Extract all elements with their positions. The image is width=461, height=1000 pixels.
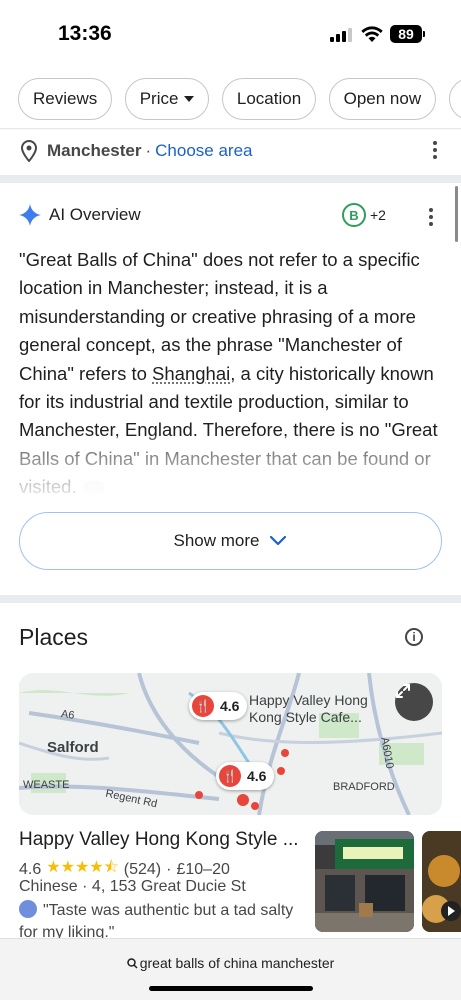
wifi-icon bbox=[361, 26, 383, 42]
scrollbar[interactable] bbox=[455, 186, 458, 242]
restaurant-icon: 🍴 bbox=[192, 695, 214, 717]
chevron-down-icon bbox=[270, 535, 287, 546]
storefront-image bbox=[315, 831, 414, 932]
source-count[interactable]: +2 bbox=[370, 207, 386, 223]
gemini-sparkle-icon bbox=[19, 204, 41, 226]
map-pin[interactable]: 🍴 4.6 bbox=[189, 692, 248, 720]
expand-map-button[interactable] bbox=[395, 683, 433, 721]
user-avatar-icon bbox=[19, 900, 37, 918]
location-more-icon[interactable] bbox=[433, 141, 437, 162]
expand-icon bbox=[396, 684, 410, 698]
place-name[interactable]: Happy Valley Hong Kong Style ... bbox=[19, 829, 304, 851]
address-text: great balls of china manchester bbox=[139, 955, 335, 971]
info-icon[interactable]: i bbox=[405, 628, 423, 646]
caret-down-icon bbox=[184, 96, 195, 102]
chip-open-now[interactable]: Open now bbox=[328, 78, 437, 120]
address-bar[interactable]: great balls of china manchester bbox=[0, 955, 461, 971]
chip-label: Price bbox=[139, 89, 179, 108]
battery-indicator: 89 bbox=[390, 25, 422, 43]
source-favicon[interactable]: B bbox=[342, 203, 366, 227]
place-type-address: Chinese · 4, 153 Great Ducie St bbox=[19, 878, 246, 895]
clock: 13:36 bbox=[58, 22, 112, 45]
chip-reviews[interactable]: Reviews bbox=[18, 78, 113, 120]
map-label-a6: A6 bbox=[60, 708, 76, 722]
chip-partial[interactable]: Co bbox=[448, 78, 461, 120]
pin-rating: 4.6 bbox=[247, 768, 267, 784]
chip-location[interactable]: Location bbox=[221, 78, 317, 120]
map-pin[interactable]: 🍴 4.6 bbox=[216, 762, 275, 790]
food-image bbox=[422, 831, 461, 932]
restaurant-icon: 🍴 bbox=[219, 765, 241, 787]
chip-price[interactable]: Price bbox=[124, 78, 210, 120]
status-bar: 13:36 89 bbox=[0, 0, 461, 70]
section-divider bbox=[0, 595, 461, 603]
search-icon bbox=[126, 958, 138, 969]
places-map[interactable]: Salford WEASTE Regent Rd BRADFORD A6 A60… bbox=[19, 673, 442, 815]
filter-chips: Reviews Price Location Open now Co bbox=[18, 78, 461, 122]
header-shadow bbox=[0, 128, 461, 130]
price-range: £10–20 bbox=[176, 860, 230, 878]
text-fade-overlay bbox=[0, 436, 461, 500]
review-count: (524) bbox=[123, 860, 162, 878]
chip-label: Location bbox=[236, 89, 302, 108]
place-photo[interactable] bbox=[315, 831, 414, 932]
place-photo[interactable] bbox=[422, 831, 461, 932]
chip-label: Reviews bbox=[33, 89, 98, 108]
section-divider bbox=[0, 175, 461, 183]
show-more-label: Show more bbox=[173, 531, 260, 550]
review-snippet: "Taste was authentic but a tad salty for… bbox=[19, 902, 294, 941]
map-label-salford: Salford bbox=[47, 739, 99, 756]
chip-label: Open now bbox=[343, 89, 422, 108]
places-title: Places bbox=[19, 624, 89, 650]
battery-tip bbox=[423, 31, 425, 37]
source-letter: B bbox=[349, 207, 359, 223]
map-label-weaste: WEASTE bbox=[23, 779, 70, 791]
shanghai-link[interactable]: Shanghai bbox=[152, 363, 230, 384]
ai-overview-header: AI Overview bbox=[19, 200, 141, 230]
separator-dot: · bbox=[145, 141, 152, 160]
rating-value: 4.6 bbox=[19, 860, 42, 878]
show-more-button[interactable]: Show more bbox=[19, 512, 442, 570]
cellular-signal-icon bbox=[330, 28, 354, 42]
pin-rating: 4.6 bbox=[220, 698, 240, 714]
ai-overview-more-icon[interactable] bbox=[429, 208, 433, 229]
location-row: Manchester · Choose area bbox=[20, 138, 253, 164]
map-place-label: Happy Valley Hong Kong Style Cafe... bbox=[249, 692, 368, 725]
location-pin-icon bbox=[20, 140, 38, 162]
choose-area-link[interactable]: Choose area bbox=[155, 141, 252, 161]
ai-overview-title: AI Overview bbox=[49, 205, 141, 224]
browser-bottom-bar: great balls of china manchester bbox=[0, 938, 461, 1000]
location-city: Manchester bbox=[47, 141, 142, 160]
home-indicator[interactable] bbox=[149, 986, 313, 991]
separator-dot: · bbox=[166, 860, 172, 878]
map-label-bradford: BRADFORD bbox=[333, 781, 395, 793]
